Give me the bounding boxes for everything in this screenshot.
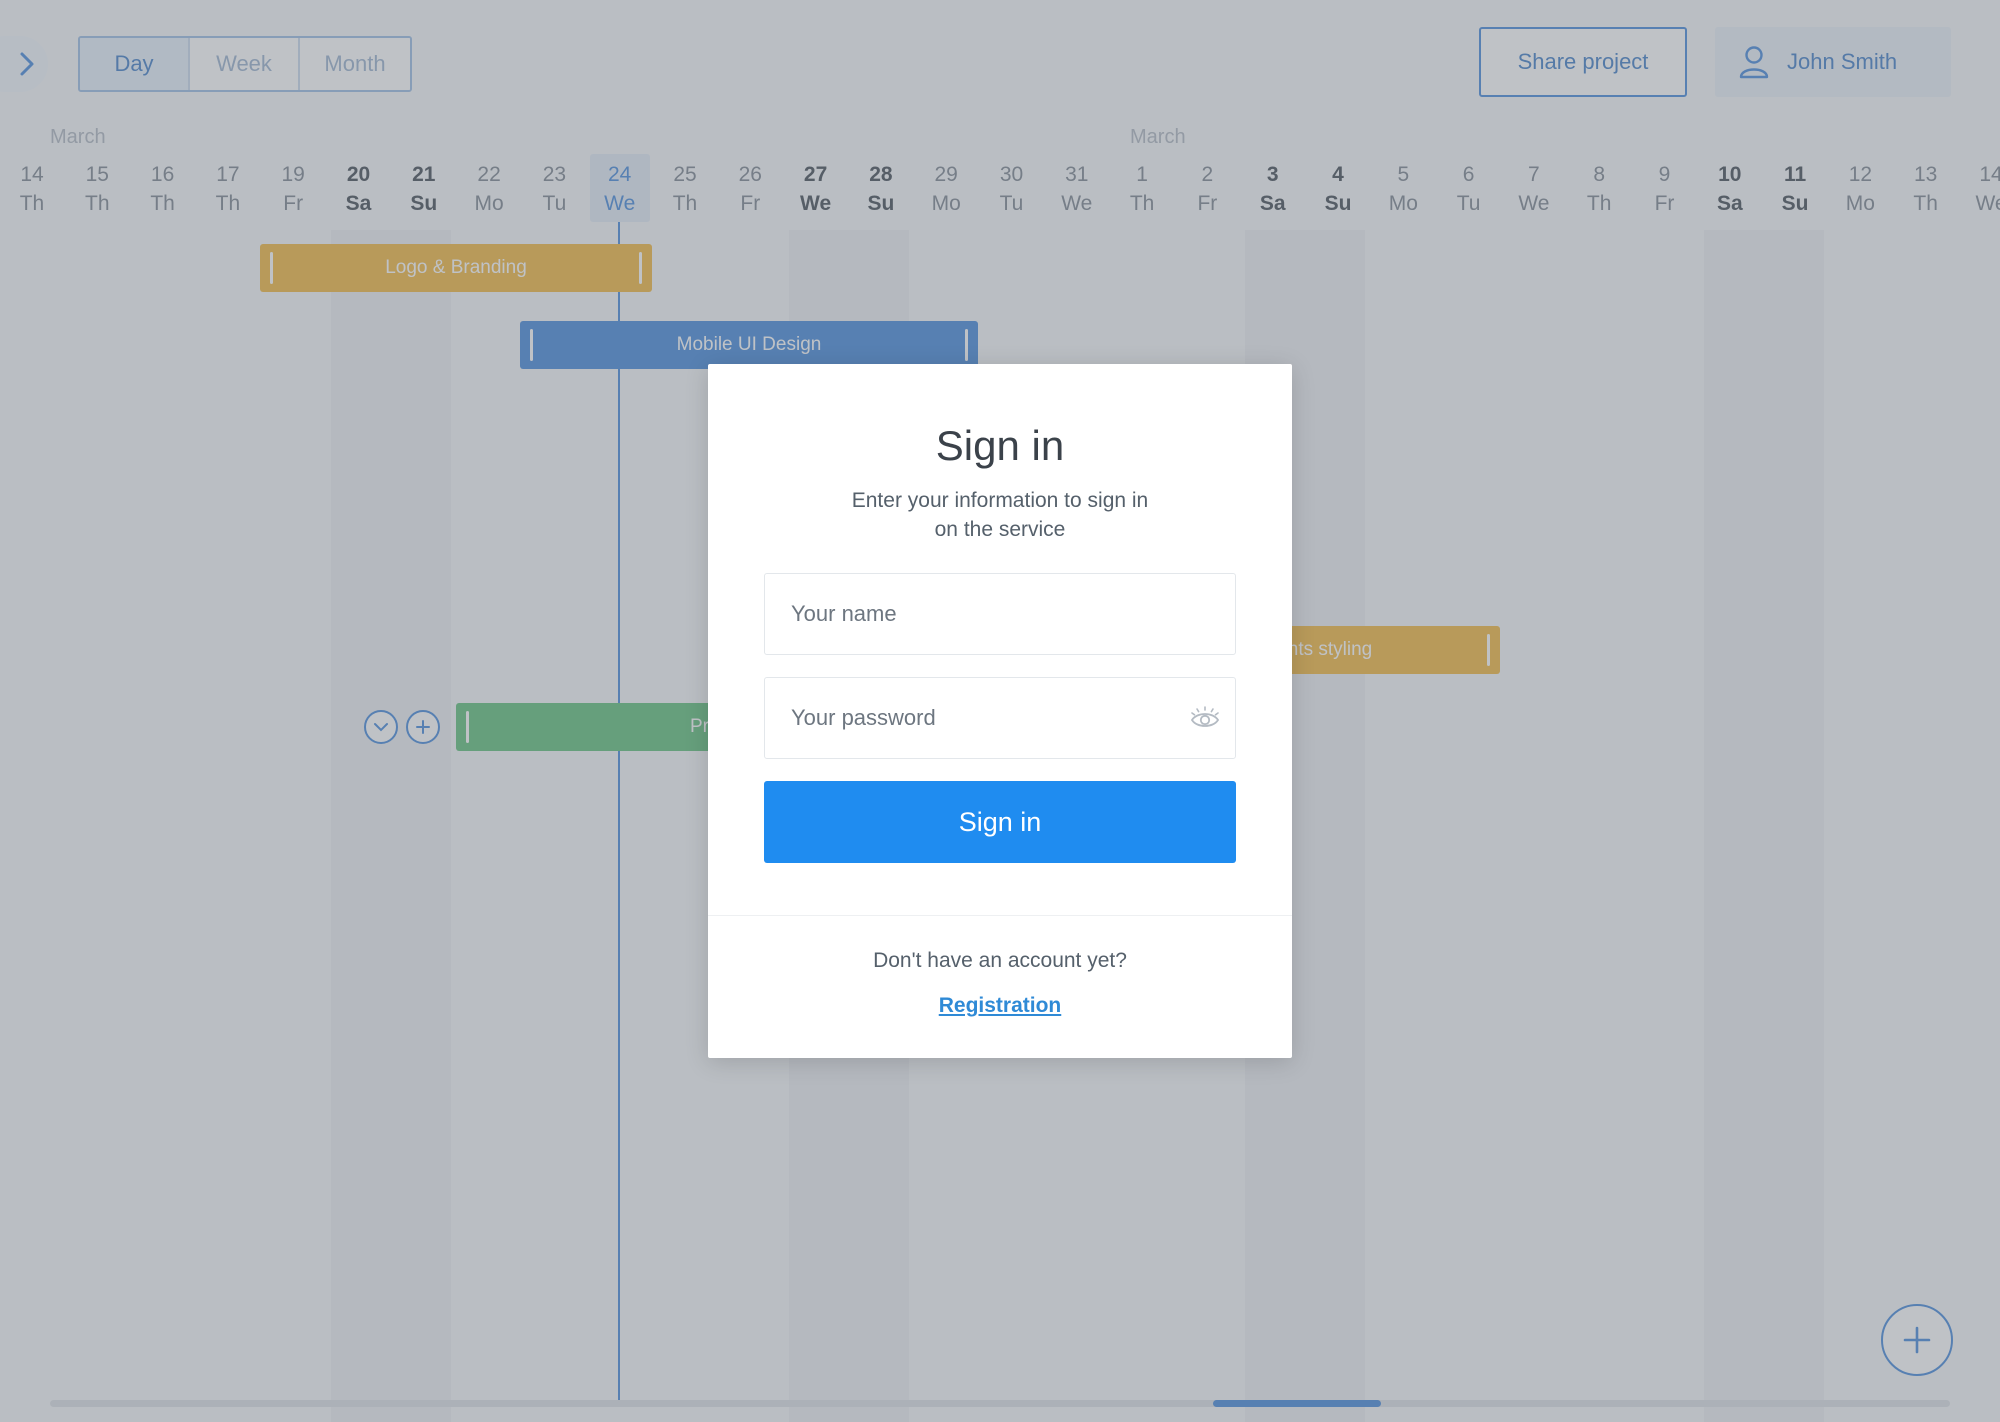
dialog-subtitle: Enter your information to sign in on the… bbox=[708, 486, 1292, 544]
eye-icon[interactable] bbox=[1189, 704, 1221, 734]
no-account-text: Don't have an account yet? bbox=[873, 949, 1127, 972]
subtitle-line: on the service bbox=[934, 518, 1066, 541]
subtitle-line: Enter your information to sign in bbox=[851, 489, 1149, 512]
password-input[interactable] bbox=[765, 678, 1235, 758]
sign-in-dialog: Sign in Enter your information to sign i… bbox=[708, 364, 1292, 1058]
name-field bbox=[764, 573, 1236, 655]
dialog-title: Sign in bbox=[935, 422, 1065, 469]
registration-link[interactable]: Registration bbox=[708, 994, 1292, 1018]
password-field bbox=[764, 677, 1236, 759]
name-input[interactable] bbox=[765, 574, 1235, 654]
sign-in-button[interactable]: Sign in bbox=[764, 781, 1236, 863]
divider bbox=[708, 915, 1292, 916]
